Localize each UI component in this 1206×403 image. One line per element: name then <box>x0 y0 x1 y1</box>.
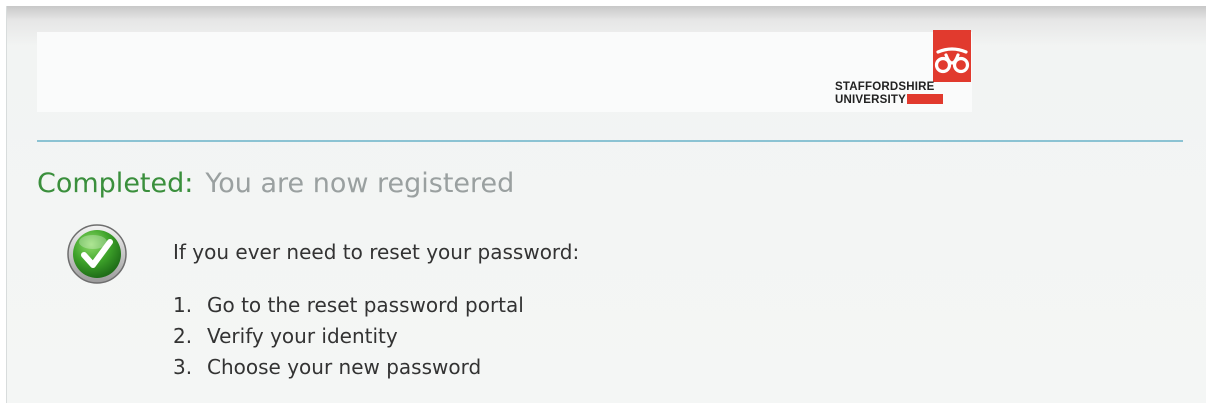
list-item: 3. Choose your new password <box>173 352 579 383</box>
step-text: Verify your identity <box>207 324 398 348</box>
knot-crest-icon <box>933 30 971 82</box>
page-frame: STAFFORDSHIRE UNIVERSITY Completed: You a… <box>6 6 1206 403</box>
logo-wordmark: STAFFORDSHIRE UNIVERSITY <box>835 81 944 107</box>
status-label: Completed: <box>37 168 194 199</box>
reset-instructions: If you ever need to reset your password:… <box>173 238 579 383</box>
header-band <box>37 32 972 112</box>
step-number: 2. <box>173 324 193 348</box>
staffordshire-university-logo: STAFFORDSHIRE UNIVERSITY <box>833 30 973 120</box>
check-circle-icon <box>67 224 127 284</box>
step-number: 3. <box>173 355 193 379</box>
step-number: 1. <box>173 293 193 317</box>
logo-red-bar <box>907 94 944 104</box>
step-text: Choose your new password <box>207 355 482 379</box>
steps-list: 1. Go to the reset password portal 2. Veri… <box>173 290 579 383</box>
logo-line-2: UNIVERSITY <box>835 94 907 106</box>
logo-line-1: STAFFORDSHIRE <box>835 81 935 93</box>
instructions-intro: If you ever need to reset your password: <box>173 240 580 264</box>
list-item: 2. Verify your identity <box>173 321 579 352</box>
status-message: You are now registered <box>205 168 515 199</box>
page-title: Completed: You are now registered <box>37 168 514 199</box>
list-item: 1. Go to the reset password portal <box>173 290 579 321</box>
header-divider <box>37 140 1183 142</box>
step-text: Go to the reset password portal <box>207 293 524 317</box>
